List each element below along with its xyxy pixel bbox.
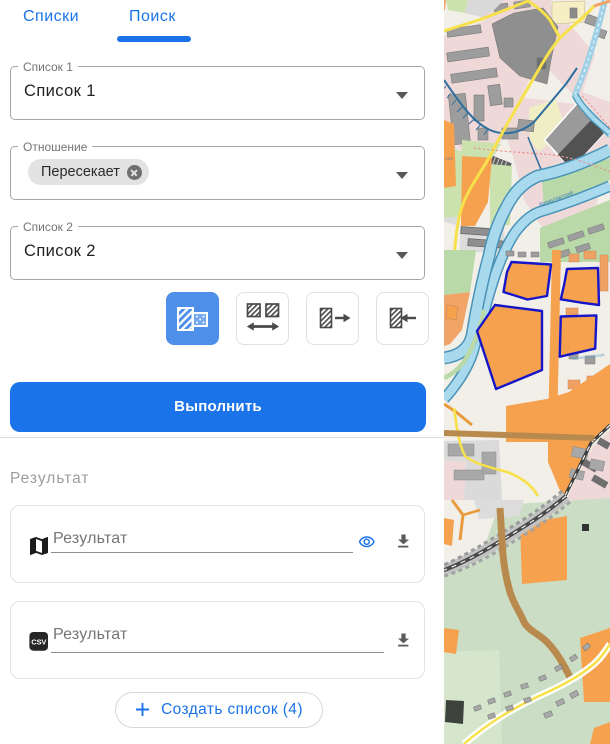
svg-text:CSV: CSV: [31, 637, 47, 646]
svg-text:еэе: еэе: [445, 156, 453, 162]
